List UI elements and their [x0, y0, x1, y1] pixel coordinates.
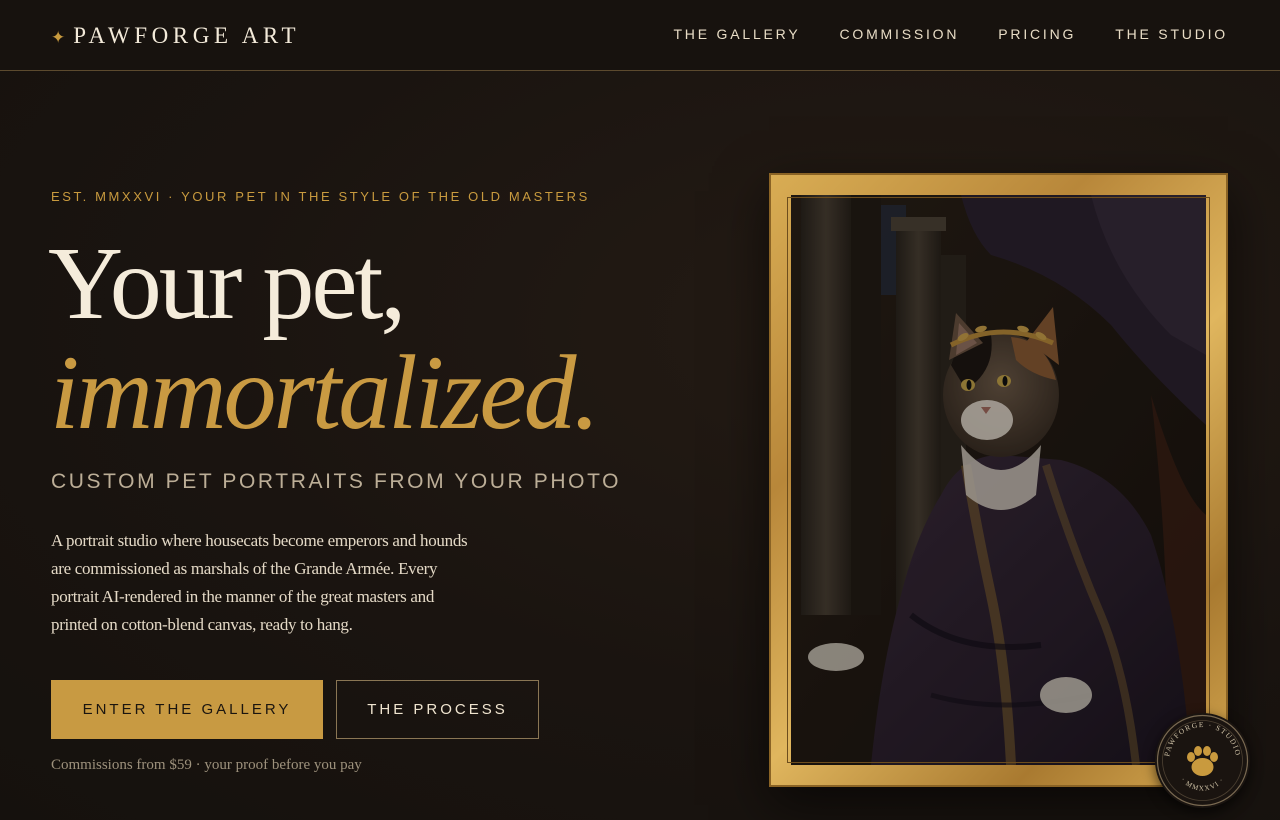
studio-seal: PAWFORGE · STUDIO · MMXXVI ·	[1155, 713, 1250, 808]
main-nav: THE GALLERY COMMISSION PRICING THE STUDI…	[673, 26, 1228, 42]
frame-inner-border	[787, 197, 1210, 763]
paw-icon	[1187, 746, 1218, 776]
nav-link-studio[interactable]: THE STUDIO	[1115, 26, 1228, 42]
svg-text:· MMXXVI ·: · MMXXVI ·	[1179, 776, 1226, 793]
hero-headline-line2: immortalized.	[50, 334, 600, 451]
nav-link-pricing[interactable]: PRICING	[998, 26, 1076, 42]
nav-link-gallery[interactable]: THE GALLERY	[673, 26, 800, 42]
hero-description: A portrait studio where housecats become…	[51, 531, 468, 634]
logo-text: PAWFORGE ART	[73, 23, 301, 48]
gold-frame	[769, 173, 1228, 787]
hero-subhead: CUSTOM PET PORTRAITS FROM YOUR PHOTO	[51, 470, 622, 493]
the-process-button[interactable]: THE PROCESS	[336, 680, 539, 739]
logo[interactable]: ✦ PAWFORGE ART	[51, 22, 300, 50]
nav-link-commission[interactable]: COMMISSION	[839, 26, 959, 42]
hero-headline-line1: Your pet,	[48, 226, 406, 341]
enter-gallery-button[interactable]: ENTER THE GALLERY	[51, 680, 323, 739]
pricing-note: Commissions from $59 · your proof before…	[51, 757, 362, 773]
hero-eyebrow: EST. MMXXVI · YOUR PET IN THE STYLE OF T…	[51, 189, 590, 204]
seal-text-bottom: · MMXXVI ·	[1179, 776, 1224, 793]
site-header: ✦ PAWFORGE ART THE GALLERY COMMISSION PR…	[0, 0, 1280, 71]
star-icon: ✦	[51, 28, 66, 47]
